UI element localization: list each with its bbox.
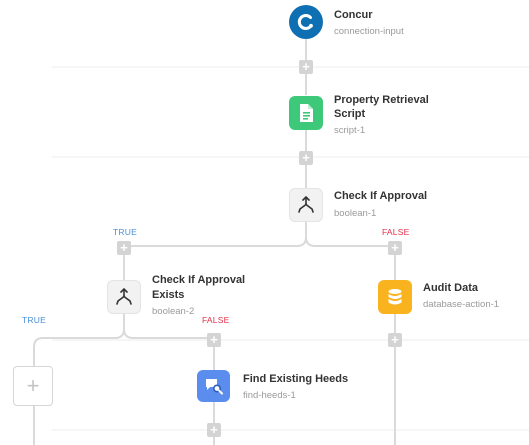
add-step-button[interactable]: + — [388, 241, 402, 255]
search-chat-icon — [197, 370, 230, 402]
node-concur-subtitle: connection-input — [334, 26, 404, 37]
add-step-button[interactable]: + — [207, 333, 221, 347]
node-script-subtitle: script-1 — [334, 125, 366, 136]
node-script-title-line1: Property Retrieval — [334, 94, 429, 106]
branch-label-false: FALSE — [202, 315, 230, 325]
add-first-step-placeholder[interactable]: + — [13, 366, 53, 406]
add-step-button[interactable]: + — [207, 423, 221, 437]
add-step-button[interactable]: + — [117, 241, 131, 255]
add-step-button[interactable]: + — [299, 151, 313, 165]
node-approval-subtitle: boolean-1 — [334, 208, 377, 219]
concur-logo-icon — [289, 5, 323, 39]
node-audit-title: Audit Data — [423, 282, 478, 294]
node-concur-title: Concur — [334, 9, 373, 21]
node-find-heeds-subtitle: find-heeds-1 — [243, 390, 296, 401]
node-approval-title: Check If Approval — [334, 190, 428, 202]
node-find-heeds-title: Find Existing Heeds — [243, 373, 349, 385]
document-icon — [289, 96, 323, 130]
branch-icon — [107, 280, 141, 314]
branch-label-true: TRUE — [22, 315, 46, 325]
node-approval-exists-subtitle: boolean-2 — [152, 306, 195, 317]
branch-label-false: FALSE — [382, 227, 410, 237]
database-icon — [378, 280, 412, 314]
node-audit-subtitle: database-action-1 — [423, 299, 500, 310]
add-step-button[interactable]: + — [388, 333, 402, 347]
node-script-title-line2: Script — [334, 108, 366, 120]
workflow-canvas[interactable]: Concur connection-input + Property Retri… — [0, 0, 529, 445]
branch-label-true: TRUE — [113, 227, 137, 237]
add-step-button[interactable]: + — [299, 60, 313, 74]
branch-icon — [289, 188, 323, 222]
node-approval-exists-title-line2: Exists — [152, 289, 185, 301]
node-approval-exists-title-line1: Check If Approval — [152, 274, 246, 286]
